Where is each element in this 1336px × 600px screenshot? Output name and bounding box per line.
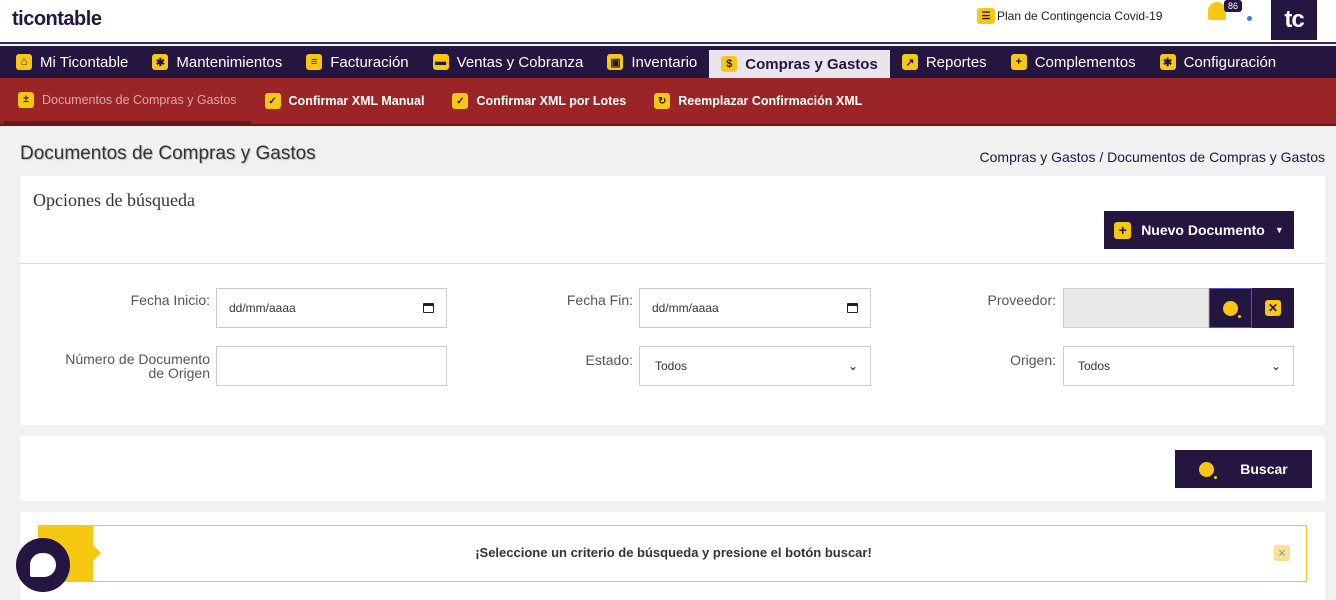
plus-icon: + (1010, 54, 1027, 70)
notification-count: 86 (1224, 0, 1243, 12)
status-dot (1247, 16, 1252, 21)
top-header: ticontable ☰ Plan de Contingencia Covid-… (0, 0, 1336, 44)
app-logo[interactable]: ticontable (12, 8, 102, 31)
chevron-down-icon: ⌄ (847, 359, 858, 373)
calendar-icon[interactable] (847, 303, 858, 313)
document-icon: ± (18, 91, 34, 108)
proveedor-input[interactable] (1063, 288, 1209, 328)
estado-label: Estado: (585, 352, 633, 368)
fecha-fin-label: Fecha Fin: (566, 292, 633, 308)
numero-documento-input[interactable] (216, 346, 447, 386)
nav-complementos[interactable]: + Complementos (999, 46, 1148, 78)
divider (20, 263, 1325, 264)
home-icon: ⌂ (16, 54, 32, 70)
nav-ventas-cobranza[interactable]: ▬ Ventas y Cobranza (421, 46, 596, 78)
fecha-inicio-input[interactable]: dd/mm/aaaa (216, 288, 447, 328)
search-options-card: Opciones de búsqueda + Nuevo Documento ▼… (20, 176, 1325, 425)
proveedor-label: Proveedor: (987, 292, 1056, 308)
user-avatar[interactable]: tc (1271, 0, 1317, 40)
search-button[interactable]: Buscar (1175, 450, 1312, 488)
contingency-link[interactable]: ☰ Plan de Contingencia Covid-19 (977, 8, 1162, 24)
contingency-label: Plan de Contingencia Covid-19 (997, 9, 1163, 23)
invoice-icon: ≡ (306, 54, 323, 70)
search-actions-card: Buscar (20, 436, 1325, 501)
breadcrumb[interactable]: Compras y Gastos / Documentos de Compras… (980, 149, 1325, 165)
chart-icon: ↗ (901, 54, 918, 70)
money-bag-icon: $ (721, 56, 738, 72)
subnav-documentos[interactable]: ± Documentos de Compras y Gastos (4, 78, 251, 124)
clipboard-check-icon: ✓ (452, 93, 469, 109)
notifications-bell[interactable]: 86 (1207, 0, 1243, 24)
alert-close-button[interactable]: ✕ (1274, 545, 1290, 561)
nav-mi-ticontable[interactable]: ⌂ Mi Ticontable (4, 46, 140, 78)
clipboard-check-icon: ✓ (264, 93, 281, 109)
plus-icon: + (1114, 221, 1132, 239)
subnav-reemplazar[interactable]: ↻ Reemplazar Confirmación XML (640, 78, 876, 124)
search-icon (1223, 300, 1241, 318)
nav-mantenimientos[interactable]: ✱ Mantenimientos (140, 46, 294, 78)
caret-down-icon: ▼ (1274, 225, 1284, 235)
alert-message: ¡Seleccione un criterio de búsqueda y pr… (475, 545, 872, 560)
origen-label: Origen: (1010, 352, 1056, 368)
subnav-confirmar-manual[interactable]: ✓ Confirmar XML Manual (251, 78, 439, 124)
numero-documento-label: Número de Documento de Origen (65, 351, 210, 381)
sub-nav: ± Documentos de Compras y Gastos ✓ Confirm… (0, 78, 1336, 126)
main-nav: ⌂ Mi Ticontable ✱ Mantenimientos ≡ Facturac… (0, 46, 1336, 78)
nav-facturacion[interactable]: ≡ Facturación (294, 46, 420, 78)
gear-icon: ✱ (1159, 54, 1176, 70)
chevron-down-icon: ⌄ (1270, 359, 1281, 373)
search-icon (1199, 461, 1218, 479)
calendar-icon[interactable] (423, 303, 434, 313)
estado-select[interactable]: Todos ⌄ (639, 346, 871, 386)
origen-select[interactable]: Todos ⌄ (1063, 346, 1294, 386)
nav-reportes[interactable]: ↗ Reportes (890, 46, 999, 78)
page-title: Documentos de Compras y Gastos (20, 143, 316, 164)
nav-configuracion[interactable]: ✱ Configuración (1148, 46, 1289, 78)
proveedor-search-button[interactable] (1209, 288, 1252, 328)
checklist-icon: ☰ (977, 8, 995, 24)
gear-icon: ✱ (152, 54, 169, 70)
nav-compras-gastos[interactable]: $ Compras y Gastos (709, 50, 890, 78)
fecha-inicio-label: Fecha Inicio: (130, 292, 210, 308)
info-alert: ¡Seleccione un criterio de búsqueda y pr… (38, 525, 1307, 582)
new-document-button[interactable]: + Nuevo Documento ▼ (1104, 211, 1294, 249)
nav-inventario[interactable]: ▣ Inventario (595, 46, 709, 78)
boxes-icon: ▣ (607, 54, 624, 70)
chat-widget-button[interactable] (16, 538, 70, 592)
truck-icon: ▬ (432, 54, 449, 70)
close-icon: ✕ (1265, 300, 1281, 316)
results-card: ¡Seleccione un criterio de búsqueda y pr… (20, 512, 1325, 600)
fecha-fin-input[interactable]: dd/mm/aaaa (639, 288, 871, 328)
chat-icon (30, 553, 56, 577)
subnav-confirmar-lotes[interactable]: ✓ Confirmar XML por Lotes (438, 78, 640, 124)
refresh-icon: ↻ (654, 93, 671, 109)
search-options-title: Opciones de búsqueda (33, 190, 195, 210)
proveedor-clear-button[interactable]: ✕ (1252, 288, 1294, 328)
